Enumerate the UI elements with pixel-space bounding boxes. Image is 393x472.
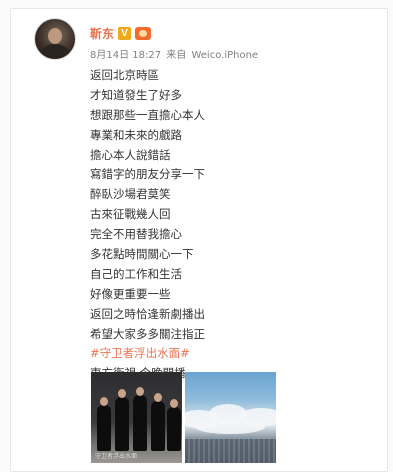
post-line: 完全不用替我擔心 [90, 227, 182, 242]
post-line: 好像更重要一些 [90, 286, 171, 301]
post-line: 返回之時恰逢新劇播出 [90, 306, 205, 321]
post-line: 古來征戰幾人回 [90, 207, 171, 222]
cast-head [100, 397, 108, 406]
post-line: 才知道發生了好多 [90, 87, 182, 102]
avatar-face [48, 28, 62, 44]
post-line: 返回北京時區 [90, 68, 159, 82]
post-line: 擔心本人說錯話 [90, 147, 171, 162]
author-name[interactable]: 靳东 [90, 25, 114, 42]
post-source[interactable]: Weico.iPhone [191, 50, 258, 61]
city-skyline [185, 439, 276, 463]
post-meta: 8月14日 18:27 来自 Weico.iPhone [90, 46, 260, 61]
post-line: 希望大家多多關注指正 [90, 326, 205, 341]
member-crown-shape [135, 26, 152, 40]
photo-clouds[interactable] [185, 372, 276, 463]
page-frame: 靳东 V 8月14日 18:27 来自 Weico.iPhone 返回北京時區 … [0, 0, 393, 472]
post-line: 專業和未來的戲路 [90, 127, 182, 142]
hashtag-link[interactable]: #守卫者浮出水面# [90, 344, 350, 364]
cast-head [170, 399, 178, 408]
post-line: 多花點時間關心一下 [90, 247, 194, 262]
cast-figure [151, 401, 165, 451]
source-prefix: 来自 [166, 50, 187, 61]
cast-head [154, 393, 162, 402]
member-crown-icon[interactable] [135, 26, 152, 40]
cast-head [118, 389, 126, 398]
post-content: 返回北京時區 才知道發生了好多 想跟那些一直擔心本人 專業和未來的戲路 擔心本人… [90, 66, 350, 384]
cast-figure [115, 397, 129, 451]
avatar-shoulders [41, 44, 69, 59]
cast-figure [133, 395, 147, 451]
photo-caption: 守卫者浮出水面 [95, 453, 138, 460]
cast-head [136, 387, 144, 396]
avatar[interactable] [34, 18, 76, 60]
photo-cast[interactable]: 守卫者浮出水面 [91, 372, 182, 463]
post-images: 守卫者浮出水面 [91, 372, 276, 463]
post-line: 醉臥沙場君莫笑 [90, 187, 171, 202]
post-line: 想跟那些一直擔心本人 [90, 107, 205, 122]
post-line: 寫錯字的朋友分享一下 [90, 167, 205, 182]
post-line: 自己的工作和生活 [90, 266, 182, 281]
verified-v-icon[interactable]: V [118, 26, 132, 40]
post-time[interactable]: 8月14日 18:27 [90, 50, 161, 61]
author-row: 靳东 V [90, 25, 152, 42]
cloud [195, 420, 265, 434]
cast-figure [97, 405, 111, 451]
cast-figure [167, 407, 181, 451]
